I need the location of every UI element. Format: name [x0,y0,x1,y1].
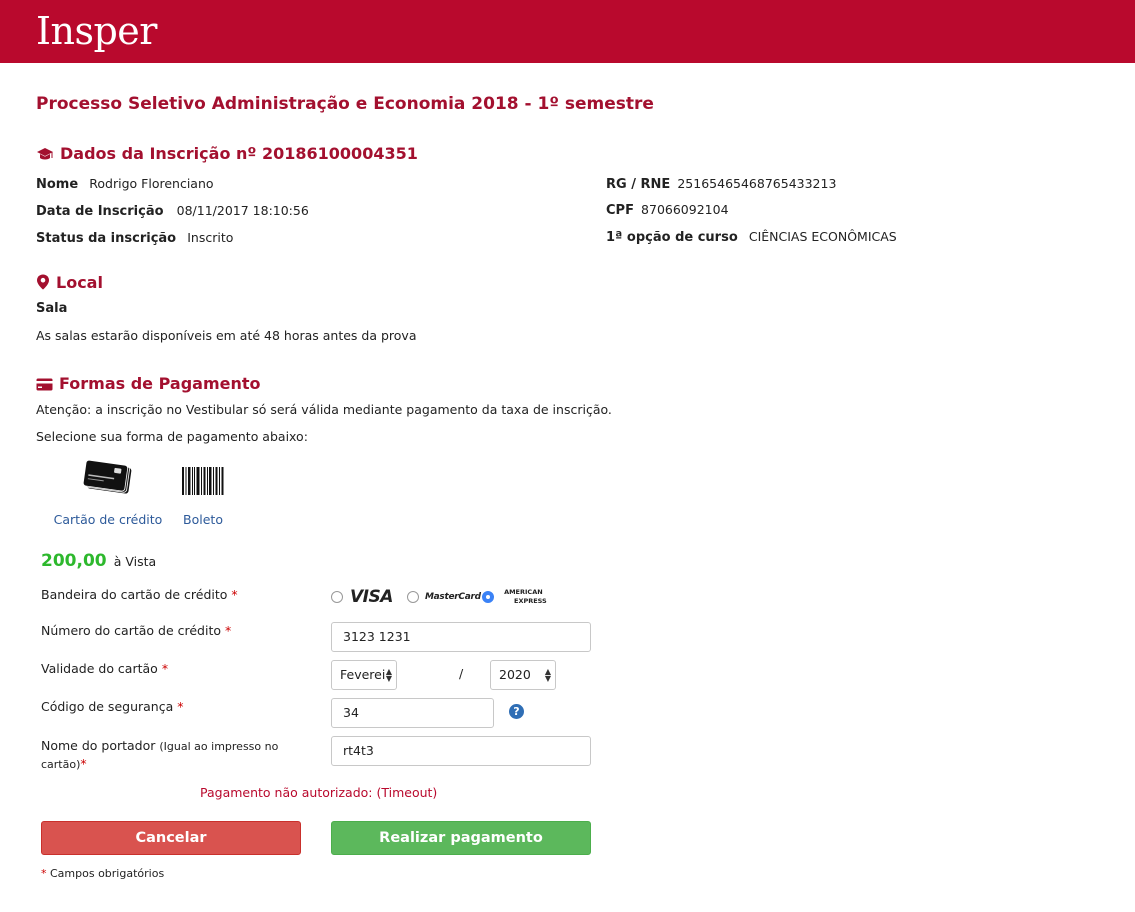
section-pagamento-title: Formas de Pagamento [36,374,261,393]
cardholder-name-input[interactable]: rt4t3 [331,736,591,766]
section-pagamento-label: Formas de Pagamento [59,374,261,393]
security-code-input[interactable]: 34 [331,698,494,728]
sala-label: Sala [36,301,68,316]
status-label: Status da inscrição [36,231,177,246]
insper-logo[interactable]: Insper [36,9,157,53]
field-cpf: CPF 87066092104 [606,199,729,218]
sala-text: As salas estarão disponíveis em até 48 h… [36,328,417,343]
cpf-label: CPF [606,203,634,218]
pay-button[interactable]: Realizar pagamento [331,821,591,855]
codigo-label: Código de segurança * [41,699,184,714]
card-number-input[interactable]: 3123 1231 [331,622,591,652]
visa-logo: VISA [350,587,393,607]
cpf-value: 87066092104 [641,202,729,217]
validade-label: Validade do cartão * [41,661,169,676]
amex-logo: AMERICAN EXPRESS [504,588,547,605]
selecione-text: Selecione sua forma de pagamento abaixo: [36,429,308,444]
brand-amex-radio[interactable] [482,591,494,603]
price-value: 200,00 [41,551,107,571]
payment-option-boleto[interactable]: Boleto [173,465,233,527]
price-suffix: à Vista [113,554,157,569]
select-arrows-icon: ▲ ▼ [385,667,392,683]
required-fields-note: * Campos obrigatórios [41,867,165,880]
curso-label: 1ª opção de curso [606,230,738,245]
section-local-label: Local [56,273,103,292]
graduation-cap-icon [37,148,53,160]
credit-card-icon [36,378,53,391]
select-arrows-icon: ▲ ▼ [544,667,551,683]
top-bar: Insper [0,0,1135,63]
field-curso: 1ª opção de curso CIÊNCIAS ECONÔMICAS [606,226,897,245]
data-inscricao-label: Data de Inscrição [36,204,164,219]
data-inscricao-value: 08/11/2017 18:10:56 [176,203,309,218]
curso-value: CIÊNCIAS ECONÔMICAS [748,229,897,244]
portador-label: Nome do portador (Igual ao impresso no c… [41,738,279,771]
payment-option-boleto-label: Boleto [183,512,223,527]
payment-option-cartao[interactable]: Cartão de crédito [53,459,163,527]
brand-mastercard-radio[interactable] [407,591,419,603]
payment-error-message: Pagamento não autorizado: (Timeout) [200,785,438,800]
section-inscricao-title: Dados da Inscrição nº 20186100004351 [36,144,418,163]
credit-cards-icon [82,459,132,494]
map-marker-icon [37,274,49,290]
brand-visa-radio[interactable] [331,591,343,603]
nome-value: Rodrigo Florenciano [89,176,214,191]
field-data-inscricao: Data de Inscrição 08/11/2017 18:10:56 [36,200,309,219]
rg-value: 25165465468765433213 [677,176,837,191]
field-status: Status da inscrição Inscrito [36,227,233,246]
numero-label: Número do cartão de crédito * [41,623,232,638]
section-local-title: Local [36,273,103,292]
payment-option-cartao-label: Cartão de crédito [53,512,163,527]
price-block: 200,00 à Vista [41,551,156,571]
field-nome: Nome Rodrigo Florenciano [36,173,214,192]
expiry-month-select[interactable]: Feverei ▲ ▼ [331,660,397,690]
field-rg: RG / RNE 25165465468765433213 [606,173,836,192]
rg-label: RG / RNE [606,177,671,192]
atencao-text: Atenção: a inscrição no Vestibular só se… [36,402,612,417]
expiry-separator: / [459,666,464,681]
page-title: Processo Seletivo Administração e Econom… [36,94,654,114]
nome-label: Nome [36,177,79,192]
help-icon[interactable]: ? [509,704,524,719]
mastercard-logo: MasterCard [425,592,481,602]
status-value: Inscrito [187,230,234,245]
bandeira-label: Bandeira do cartão de crédito * [41,587,238,602]
section-inscricao-label: Dados da Inscrição nº 20186100004351 [60,144,418,163]
barcode-icon [182,467,224,495]
cancel-button[interactable]: Cancelar [41,821,301,855]
expiry-year-select[interactable]: 2020 ▲ ▼ [490,660,556,690]
